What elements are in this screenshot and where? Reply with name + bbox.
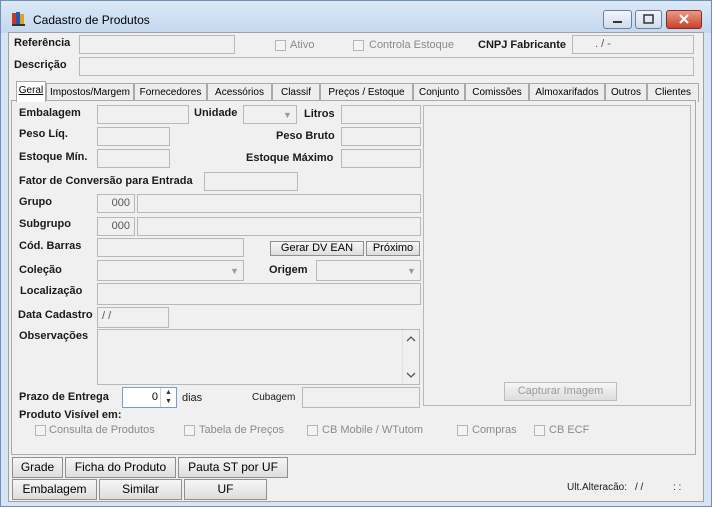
subgrupo-desc-input[interactable] [137,217,421,236]
subgrupo-code-input[interactable]: 000 [97,217,135,236]
tab-panel-layer: Embalagem Unidade ▼ Litros Peso Líq. Pes… [7,31,703,501]
grupo-code-input[interactable]: 000 [97,194,135,213]
localizacao-input[interactable] [97,283,421,305]
estoque-max-label: Estoque Máximo [246,152,334,164]
litros-label: Litros [304,108,335,120]
proximo-button[interactable]: Próximo [366,241,420,256]
embalagem-label: Embalagem [19,107,81,119]
ult-alteracao-time: : : [673,482,682,493]
localizacao-label: Localização [20,285,83,297]
prazo-entrega-label: Prazo de Entrega [19,391,109,403]
maximize-button[interactable] [635,10,662,29]
maximize-icon [643,14,654,24]
litros-input[interactable] [341,105,421,124]
produto-visivel-label: Produto Visível em: [19,409,122,421]
compras-checkbox[interactable] [457,425,468,436]
similar-button[interactable]: Similar [99,479,182,500]
consulta-produtos-checkbox[interactable] [35,425,46,436]
window-title: Cadastro de Produtos [33,13,150,27]
observacoes-label: Observações [19,330,89,342]
tab-geral[interactable]: Geral [16,81,46,102]
ult-alteracao-date: / / [635,482,644,493]
tabela-precos-label: Tabela de Preços [199,424,284,436]
ult-alteracao-label: Ult.Alteracão: [567,482,628,493]
dias-label: dias [182,392,203,404]
data-cadastro-label: Data Cadastro [18,309,93,321]
app-icon [12,12,25,26]
estoque-max-input[interactable] [341,149,421,168]
geral-panel: Embalagem Unidade ▼ Litros Peso Líq. Pes… [11,100,696,455]
uf-button[interactable]: UF [184,479,267,500]
fator-input[interactable] [204,172,298,191]
scroll-arrows-icon [406,336,416,378]
minimize-button[interactable] [603,10,632,29]
embalagem-button[interactable]: Embalagem [12,479,97,500]
estoque-min-input[interactable] [97,149,170,168]
cubagem-input[interactable] [302,387,420,408]
cod-barras-label: Cód. Barras [19,240,82,252]
grupo-label: Grupo [19,196,52,208]
product-image-box: Capturar Imagem [423,105,691,406]
chevron-down-icon: ▼ [407,265,416,276]
cb-ecf-label: CB ECF [549,424,590,436]
prazo-entrega-value: 0 [151,391,158,403]
peso-liq-label: Peso Líq. [19,128,68,140]
colecao-select[interactable]: ▼ [97,260,244,281]
grade-button[interactable]: Grade [12,457,63,478]
pauta-st-button[interactable]: Pauta ST por UF [178,457,288,478]
observacoes-scrollbar[interactable] [402,330,419,384]
title-bar[interactable]: Cadastro de Produtos [1,1,711,33]
origem-label: Origem [269,264,308,276]
cubagem-label: Cubagem [252,392,296,403]
peso-bruto-input[interactable] [341,127,421,146]
cb-mobile-checkbox[interactable] [307,425,318,436]
embalagem-input[interactable] [97,105,189,124]
observacoes-textarea[interactable] [97,329,420,385]
prazo-entrega-spinner[interactable]: 0 ▲ ▼ [122,387,177,408]
cb-ecf-checkbox[interactable] [534,425,545,436]
ficha-produto-button[interactable]: Ficha do Produto [65,457,176,478]
minimize-icon [613,21,622,23]
tabela-precos-checkbox[interactable] [184,425,195,436]
spinner-arrows-icon[interactable]: ▲ ▼ [160,388,176,407]
close-icon [679,14,689,24]
peso-liq-input[interactable] [97,127,170,146]
peso-bruto-label: Peso Bruto [276,130,335,142]
unidade-label: Unidade [194,107,238,119]
capturar-imagem-button[interactable]: Capturar Imagem [504,382,617,401]
data-cadastro-input[interactable]: / / [97,307,169,328]
compras-label: Compras [472,424,517,436]
unidade-select[interactable]: ▼ [243,105,297,124]
origem-select[interactable]: ▼ [316,260,421,281]
cb-mobile-label: CB Mobile / WTutom [322,424,424,436]
estoque-min-label: Estoque Mín. [19,151,88,163]
subgrupo-label: Subgrupo [19,218,71,230]
close-button[interactable] [666,10,702,29]
colecao-label: Coleção [19,264,62,276]
consulta-produtos-label: Consulta de Produtos [49,424,155,436]
chevron-down-icon: ▼ [230,265,239,276]
fator-label: Fator de Conversão para Entrada [19,175,193,187]
grupo-desc-input[interactable] [137,194,421,213]
cod-barras-input[interactable] [97,238,244,257]
chevron-down-icon: ▼ [283,109,292,120]
gerar-dv-ean-button[interactable]: Gerar DV EAN [270,241,364,256]
